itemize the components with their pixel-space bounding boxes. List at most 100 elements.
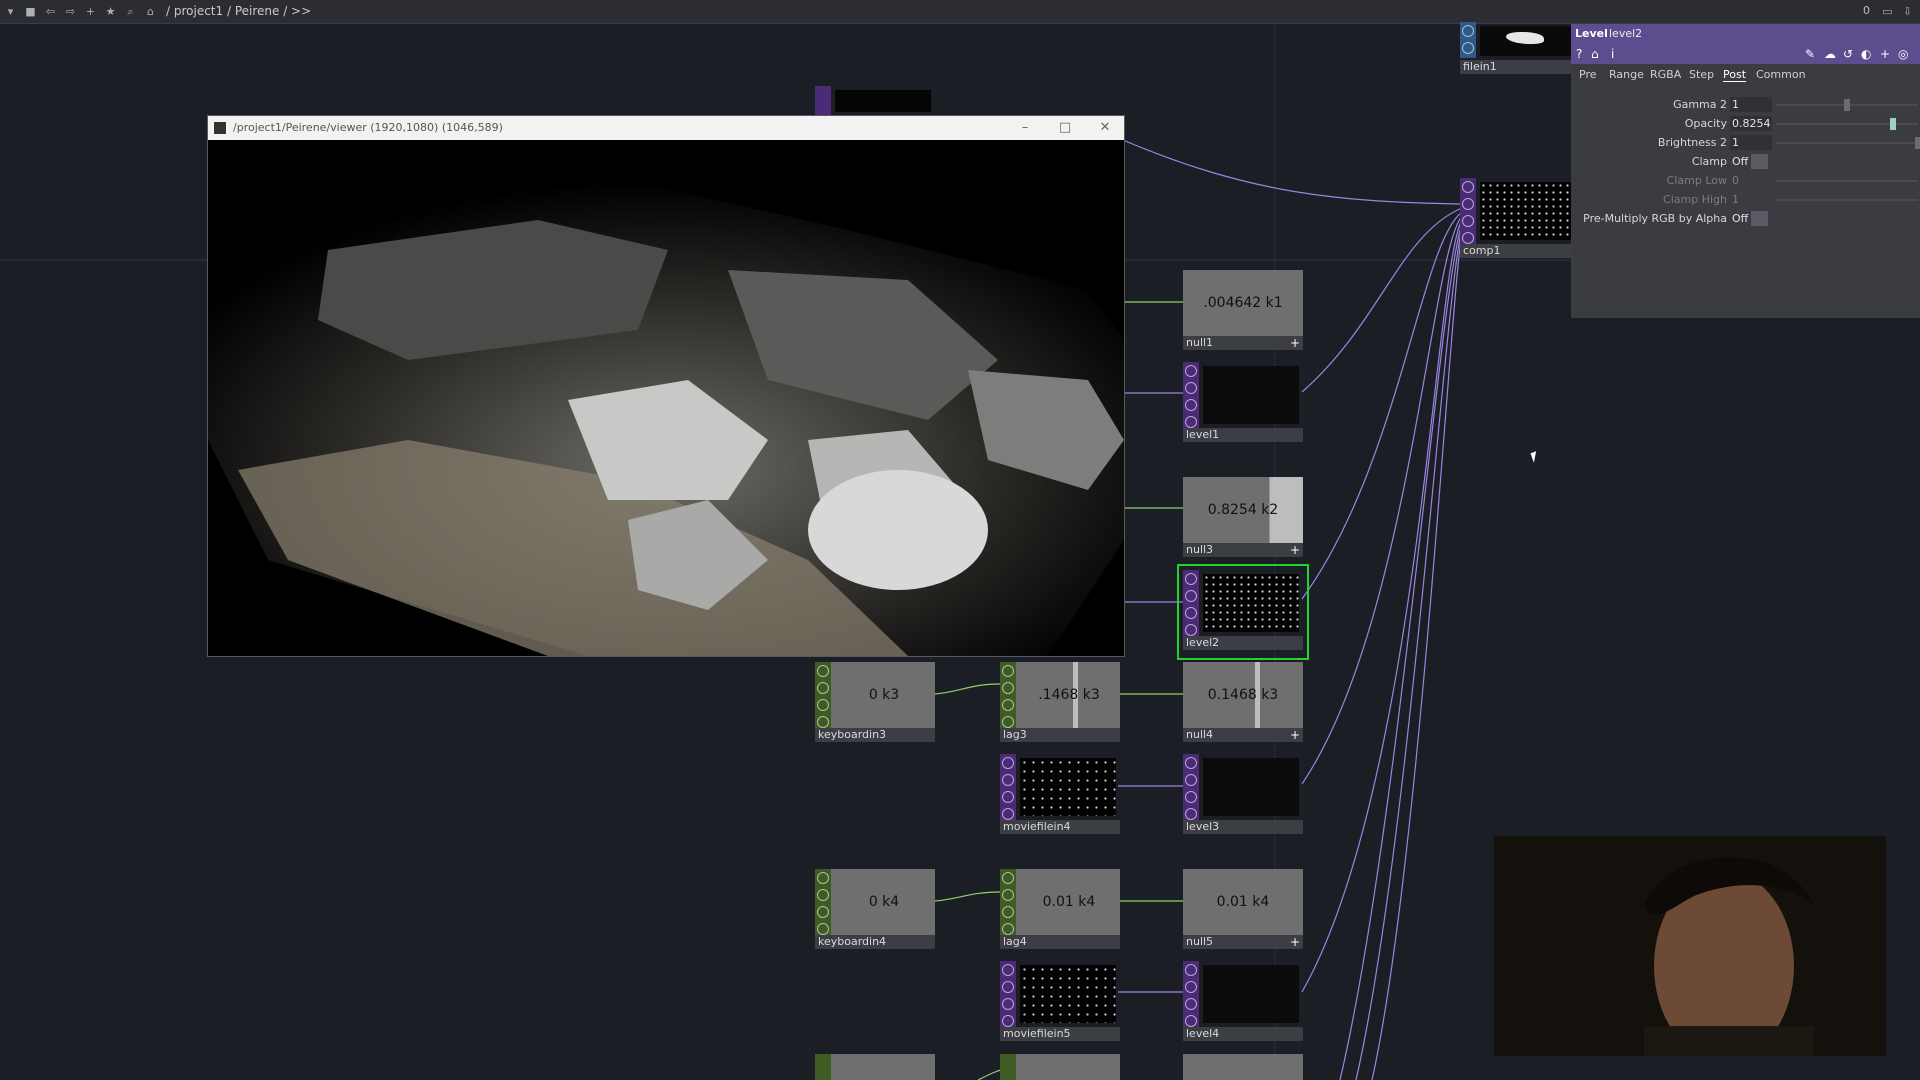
node-lag4[interactable]: 0.01 k4 lag4 bbox=[1000, 869, 1120, 953]
node-label: filein1 bbox=[1460, 60, 1580, 74]
node-level1[interactable]: level1 bbox=[1183, 362, 1303, 446]
viewer-window[interactable]: /project1/Peirene/viewer (1920,1080) (10… bbox=[207, 115, 1125, 657]
node-keyboardin3[interactable]: 0 k3 keyboardin3 bbox=[815, 662, 935, 746]
add-icon[interactable]: + bbox=[1290, 935, 1300, 949]
clamp-toggle[interactable] bbox=[1751, 154, 1768, 169]
tab-post[interactable]: Post bbox=[1723, 68, 1747, 82]
info-icon[interactable]: i bbox=[1611, 47, 1614, 61]
add-icon[interactable]: + bbox=[1290, 728, 1300, 742]
node-strip bbox=[1183, 961, 1199, 1027]
add-param-icon[interactable]: + bbox=[1880, 47, 1890, 61]
node-lag3[interactable]: .1468 k3 lag3 bbox=[1000, 662, 1120, 746]
node-partial-bottom-1[interactable] bbox=[815, 1054, 935, 1080]
parameter-panel[interactable]: Level level2 ? ⌂ i ✎ ☁ ↺ ◐ + ◎ Pre Range… bbox=[1571, 24, 1920, 318]
param-premultiply: Pre-Multiply RGB by Alpha Off bbox=[1571, 210, 1920, 228]
node-partial-bottom-2[interactable] bbox=[1000, 1054, 1120, 1080]
back-icon[interactable]: ⇦ bbox=[43, 4, 58, 19]
node-strip bbox=[1183, 754, 1199, 820]
node-strip bbox=[1183, 362, 1199, 428]
tab-range[interactable]: Range bbox=[1609, 68, 1644, 81]
node-thumbnail bbox=[1203, 965, 1299, 1023]
node-keyboardin4[interactable]: 0 k4 keyboardin4 bbox=[815, 869, 935, 953]
gamma2-field[interactable]: 1 bbox=[1730, 97, 1772, 112]
node-strip bbox=[1183, 570, 1199, 636]
premultiply-toggle[interactable] bbox=[1751, 211, 1768, 226]
comment-icon[interactable]: ☁ bbox=[1824, 47, 1836, 61]
tab-pre[interactable]: Pre bbox=[1579, 68, 1597, 81]
node-level3[interactable]: level3 bbox=[1183, 754, 1303, 838]
node-label: keyboardin3 bbox=[815, 728, 935, 742]
viewer-app-icon bbox=[214, 122, 226, 134]
node-label: lag3 bbox=[1000, 728, 1120, 742]
edit-icon[interactable]: ✎ bbox=[1805, 47, 1815, 61]
clamp-high-field[interactable]: 1 bbox=[1730, 192, 1772, 207]
node-label: comp1 bbox=[1460, 244, 1580, 258]
gamma2-slider[interactable] bbox=[1776, 99, 1918, 111]
tab-rgba[interactable]: RGBA bbox=[1650, 68, 1681, 81]
stop-icon[interactable]: ■ bbox=[23, 4, 38, 19]
arrow-down-icon[interactable]: ⇩ bbox=[1900, 4, 1915, 19]
clamp-low-field[interactable]: 0 bbox=[1730, 173, 1772, 188]
param-gamma2: Gamma 2 1 bbox=[1571, 96, 1920, 114]
help-icon[interactable]: ? bbox=[1576, 47, 1582, 61]
node-partial-top[interactable] bbox=[815, 86, 935, 116]
viewer-title: /project1/Peirene/viewer (1920,1080) (10… bbox=[233, 121, 503, 134]
slider-knob[interactable] bbox=[1915, 137, 1920, 149]
node-moviefilein4[interactable]: moviefilein4 bbox=[1000, 754, 1120, 838]
node-null1[interactable]: .004642 k1 null1 + bbox=[1183, 270, 1303, 354]
window-icon[interactable]: ▭ bbox=[1880, 4, 1895, 19]
node-comp1[interactable]: comp1 bbox=[1460, 178, 1580, 262]
brightness2-slider[interactable] bbox=[1776, 137, 1920, 149]
node-level4[interactable]: level4 bbox=[1183, 961, 1303, 1045]
operator-name[interactable]: level2 bbox=[1609, 27, 1642, 40]
node-label: keyboardin4 bbox=[815, 935, 935, 949]
add-icon[interactable]: + bbox=[1290, 336, 1300, 350]
brightness2-field[interactable]: 1 bbox=[1730, 135, 1772, 150]
network-path[interactable]: / project1 / Peirene / >> bbox=[166, 4, 311, 18]
clamp-value: Off bbox=[1732, 155, 1749, 168]
node-level2[interactable]: level2 bbox=[1177, 564, 1309, 660]
viewer-titlebar[interactable]: /project1/Peirene/viewer (1920,1080) (10… bbox=[208, 116, 1124, 140]
opacity-field[interactable]: 0.8254 bbox=[1730, 116, 1772, 131]
node-null3[interactable]: 0.8254 k2 null3 + bbox=[1183, 477, 1303, 561]
top-toolbar: ▾ ■ ⇦ ⇨ + ★ ⌕ ⌂ / project1 / Peirene / >… bbox=[0, 0, 1920, 24]
clamp-low-slider[interactable] bbox=[1776, 180, 1918, 182]
add-icon[interactable]: + bbox=[83, 4, 98, 19]
chop-value: .1468 k3 bbox=[1038, 687, 1100, 703]
tab-step[interactable]: Step bbox=[1689, 68, 1714, 81]
minimize-button[interactable]: – bbox=[1008, 116, 1042, 140]
forward-icon[interactable]: ⇨ bbox=[63, 4, 78, 19]
param-label: Clamp High bbox=[1663, 193, 1727, 206]
slider-knob[interactable] bbox=[1844, 99, 1850, 111]
chop-value: 0 k3 bbox=[868, 687, 900, 703]
slider-knob[interactable] bbox=[1890, 118, 1897, 130]
node-partial-bottom-3[interactable] bbox=[1183, 1054, 1303, 1080]
tab-common[interactable]: Common bbox=[1756, 68, 1806, 81]
node-null5[interactable]: 0.01 k4 null5 + bbox=[1183, 869, 1303, 953]
clamp-high-slider[interactable] bbox=[1776, 199, 1918, 201]
target-icon[interactable]: ◎ bbox=[1898, 47, 1908, 61]
param-clamp: Clamp Off bbox=[1571, 153, 1920, 171]
star-icon[interactable]: ★ bbox=[103, 4, 118, 19]
operator-snippets-icon[interactable]: ⌂ bbox=[1591, 47, 1599, 61]
opacity-slider[interactable] bbox=[1776, 118, 1918, 130]
node-moviefilein5[interactable]: moviefilein5 bbox=[1000, 961, 1120, 1045]
home-icon[interactable]: ⌂ bbox=[143, 4, 158, 19]
close-button[interactable]: ✕ bbox=[1088, 116, 1122, 140]
webcam-image bbox=[1494, 836, 1886, 1056]
node-strip bbox=[1000, 869, 1016, 935]
node-null4[interactable]: 0.1468 k3 null4 + bbox=[1183, 662, 1303, 746]
node-thumbnail bbox=[1203, 574, 1299, 632]
color-icon[interactable]: ◐ bbox=[1861, 47, 1871, 61]
node-label: level2 bbox=[1183, 636, 1303, 650]
menu-dropdown-icon[interactable]: ▾ bbox=[3, 4, 18, 19]
node-label: null1 bbox=[1183, 336, 1303, 350]
node-filein1[interactable]: filein1 bbox=[1460, 22, 1580, 76]
search-icon[interactable]: ⌕ bbox=[123, 4, 138, 19]
operator-type: Level bbox=[1575, 27, 1608, 40]
add-icon[interactable]: + bbox=[1290, 543, 1300, 557]
reset-icon[interactable]: ↺ bbox=[1843, 47, 1853, 61]
param-label: Clamp bbox=[1691, 155, 1727, 168]
param-toolbar: ? ⌂ i ✎ ☁ ↺ ◐ + ◎ bbox=[1571, 44, 1920, 64]
maximize-button[interactable]: □ bbox=[1048, 116, 1082, 140]
